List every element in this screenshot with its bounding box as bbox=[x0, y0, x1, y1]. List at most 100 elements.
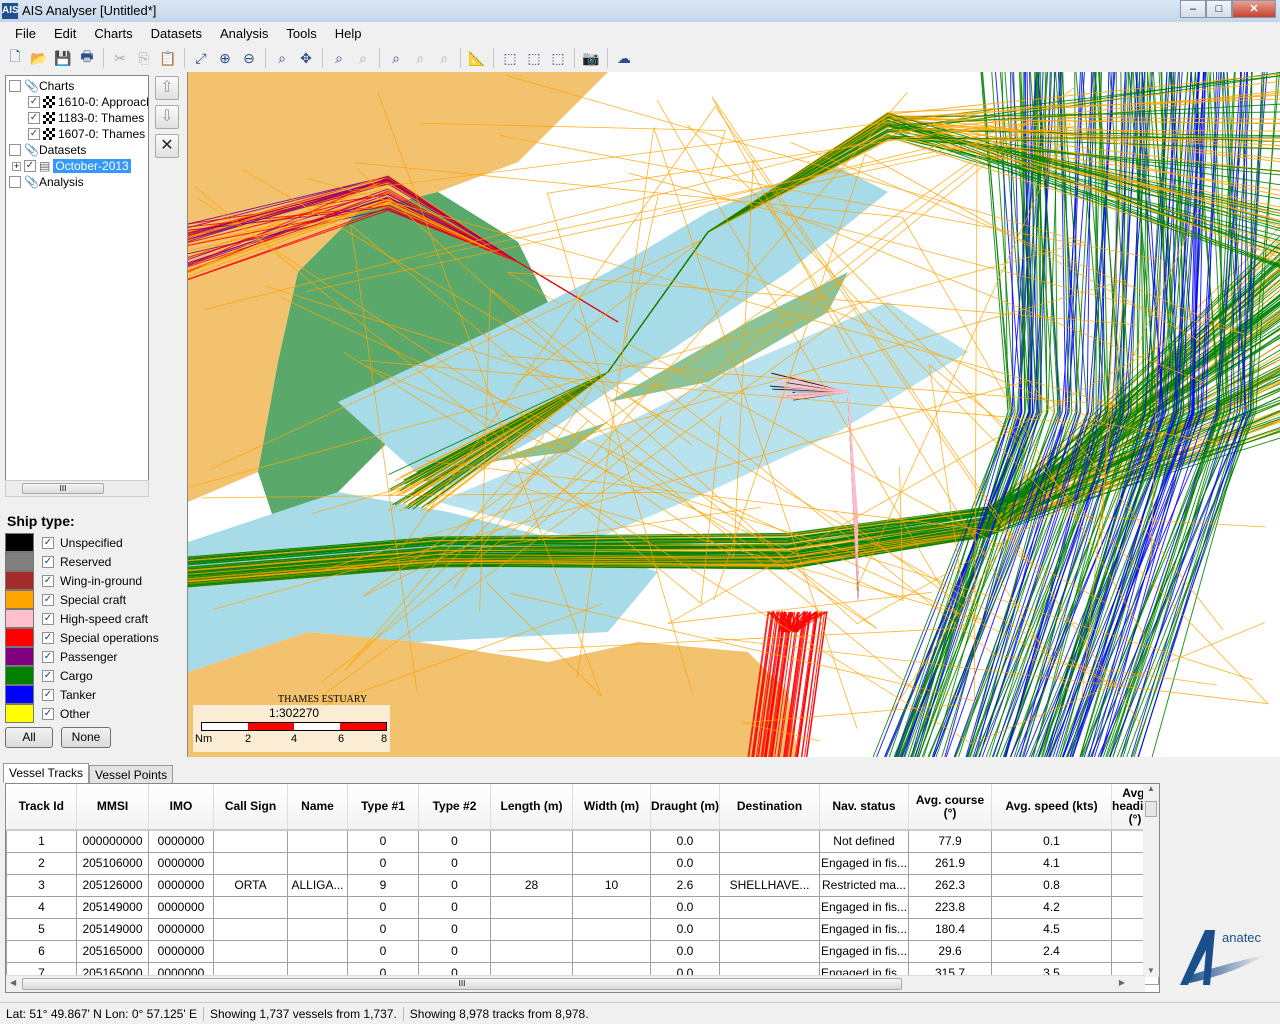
checkbox[interactable]: ✓ bbox=[42, 612, 54, 625]
ship-type-item[interactable]: ✓ High-speed craft bbox=[5, 609, 180, 628]
column-header[interactable]: Draught (m) bbox=[650, 784, 720, 831]
ship-type-item[interactable]: ✓ Special operations bbox=[5, 628, 180, 647]
menu-help[interactable]: Help bbox=[326, 22, 371, 44]
zoom-in-button[interactable]: ⊕ bbox=[214, 47, 236, 69]
zoom-extents-button[interactable]: ⤢ bbox=[190, 47, 212, 69]
table-row[interactable]: 4 205149000 0000000 0 0 0.0 Engaged in fis... 2… bbox=[6, 895, 1159, 919]
horizontal-scrollbar[interactable]: ◀ III ▶ bbox=[6, 975, 1145, 992]
checkbox[interactable]: ✓ bbox=[28, 112, 40, 124]
scroll-thumb[interactable] bbox=[1145, 801, 1157, 817]
column-header[interactable]: Name bbox=[287, 784, 348, 831]
measure-ruler-button[interactable]: 📐 bbox=[466, 47, 488, 69]
select-query-button[interactable]: ⬚ bbox=[547, 47, 569, 69]
open-folder-button[interactable]: 📂 bbox=[28, 47, 50, 69]
map-view[interactable]: 1:302270 Nm 2 4 6 8 THAMES ESTUARY bbox=[187, 72, 1280, 757]
table-row[interactable]: 2 205106000 0000000 0 0 0.0 Engaged in fis... 2… bbox=[6, 851, 1159, 875]
move-up-button[interactable]: ⇧ bbox=[155, 76, 179, 100]
table-row[interactable]: 5 205149000 0000000 0 0 0.0 Engaged in fis... 1… bbox=[6, 917, 1159, 941]
menu-edit[interactable]: Edit bbox=[45, 22, 85, 44]
zoom-next-button[interactable]: ⌕ bbox=[352, 47, 374, 69]
tree-node-analysis[interactable]: 📎 Analysis bbox=[9, 174, 84, 190]
select-all-button[interactable]: All bbox=[5, 727, 53, 748]
table-row[interactable]: 3 205126000 0000000 ORTA ALLIGA... 9 0 28 10 2.6 S… bbox=[6, 873, 1159, 897]
column-header[interactable]: MMSI bbox=[76, 784, 149, 831]
column-header[interactable]: Avg. speed (kts) bbox=[991, 784, 1112, 831]
ship-type-item[interactable]: ✓ Passenger bbox=[5, 647, 180, 666]
column-header[interactable]: Type #1 bbox=[347, 784, 419, 831]
minimize-button[interactable]: – bbox=[1180, 0, 1206, 18]
table-row[interactable]: 6 205165000 0000000 0 0 0.0 Engaged in fis... 2… bbox=[6, 939, 1159, 963]
remove-button[interactable]: ✕ bbox=[155, 134, 179, 158]
tree-node-chart[interactable]: ✓ 1610-0: Approach bbox=[28, 94, 148, 110]
move-down-button[interactable]: ⇩ bbox=[155, 105, 179, 129]
zoom-out-button[interactable]: ⊖ bbox=[238, 47, 260, 69]
zoom-previous-button[interactable]: ⌕ bbox=[328, 47, 350, 69]
checkbox[interactable]: ✓ bbox=[28, 96, 40, 108]
save-button[interactable]: 💾 bbox=[52, 47, 74, 69]
menu-file[interactable]: File bbox=[6, 22, 45, 44]
find-next-button[interactable]: ⌕ bbox=[409, 47, 431, 69]
tree-node-chart[interactable]: ✓ 1607-0: Thames E bbox=[28, 126, 148, 142]
column-header[interactable]: Destination bbox=[719, 784, 820, 831]
menu-charts[interactable]: Charts bbox=[85, 22, 141, 44]
tree-node-chart[interactable]: ✓ 1183-0: Thames E bbox=[28, 110, 148, 126]
tree-node-charts[interactable]: 📎 Charts bbox=[9, 78, 74, 94]
ship-type-item[interactable]: ✓ Other bbox=[5, 704, 180, 723]
ship-type-item[interactable]: ✓ Tanker bbox=[5, 685, 180, 704]
checkbox[interactable]: ✓ bbox=[24, 160, 36, 172]
find-clear-button[interactable]: ⌕ bbox=[433, 47, 455, 69]
menu-datasets[interactable]: Datasets bbox=[142, 22, 211, 44]
checkbox[interactable]: ✓ bbox=[42, 650, 54, 663]
print-button[interactable]: 🖶 bbox=[76, 47, 98, 69]
scroll-thumb[interactable]: III bbox=[22, 483, 104, 494]
table-row[interactable]: 1 000000000 0000000 0 0 0.0 Not defined 77.9 0.1 bbox=[6, 829, 1159, 853]
cut-button[interactable]: ✂ bbox=[109, 47, 131, 69]
checkbox[interactable]: ✓ bbox=[42, 593, 54, 606]
find-button[interactable]: ⌕ bbox=[385, 47, 407, 69]
menu-analysis[interactable]: Analysis bbox=[211, 22, 277, 44]
column-header[interactable]: Type #2 bbox=[418, 784, 491, 831]
column-header[interactable]: Nav. status bbox=[819, 784, 909, 831]
column-header[interactable]: Call Sign bbox=[213, 784, 288, 831]
checkbox[interactable]: ✓ bbox=[28, 128, 40, 140]
maximize-button[interactable]: □ bbox=[1206, 0, 1232, 18]
ship-type-item[interactable]: ✓ Wing-in-ground bbox=[5, 571, 180, 590]
scroll-thumb[interactable]: III bbox=[22, 978, 902, 990]
ship-type-item[interactable]: ✓ Unspecified bbox=[5, 533, 180, 552]
tree-node-dataset[interactable]: + ✓ ▤ October-2013 bbox=[12, 158, 131, 174]
ship-type-item[interactable]: ✓ Cargo bbox=[5, 666, 180, 685]
new-file-button[interactable]: 🗋 bbox=[4, 47, 26, 69]
zoom-window-button[interactable]: ⌕ bbox=[271, 47, 293, 69]
checkbox[interactable]: ✓ bbox=[42, 688, 54, 701]
chart-map[interactable] bbox=[188, 72, 1280, 757]
pan-button[interactable]: ✥ bbox=[295, 47, 317, 69]
close-button[interactable]: ✕ bbox=[1232, 0, 1276, 18]
checkbox[interactable] bbox=[9, 176, 21, 188]
paste-button[interactable]: 📋 bbox=[157, 47, 179, 69]
checkbox[interactable]: ✓ bbox=[42, 555, 54, 568]
checkbox[interactable] bbox=[9, 144, 21, 156]
ship-type-item[interactable]: ✓ Special craft bbox=[5, 590, 180, 609]
tree-node-datasets[interactable]: 📎 Datasets bbox=[9, 142, 86, 158]
column-header[interactable]: IMO bbox=[148, 784, 214, 831]
copy-button[interactable]: ⎘ bbox=[133, 47, 155, 69]
layer-export-button[interactable]: ☁ bbox=[613, 47, 635, 69]
select-none-button[interactable]: None bbox=[61, 727, 111, 748]
checkbox[interactable]: ✓ bbox=[42, 631, 54, 644]
checkbox[interactable]: ✓ bbox=[42, 707, 54, 720]
camera-button[interactable]: 📷 bbox=[580, 47, 602, 69]
menu-tools[interactable]: Tools bbox=[277, 22, 325, 44]
column-header[interactable]: Length (m) bbox=[490, 784, 573, 831]
tab-vessel-tracks[interactable]: Vessel Tracks bbox=[3, 763, 90, 783]
checkbox[interactable]: ✓ bbox=[42, 536, 54, 549]
ship-type-item[interactable]: ✓ Reserved bbox=[5, 552, 180, 571]
expand-icon[interactable]: + bbox=[12, 161, 21, 171]
tab-vessel-points[interactable]: Vessel Points bbox=[89, 765, 174, 783]
tree-horizontal-scrollbar[interactable]: III bbox=[5, 480, 149, 497]
select-button[interactable]: ⬚ bbox=[499, 47, 521, 69]
column-header[interactable]: Width (m) bbox=[572, 784, 651, 831]
checkbox[interactable]: ✓ bbox=[42, 574, 54, 587]
checkbox[interactable]: ✓ bbox=[42, 669, 54, 682]
column-header[interactable]: Avg. course (°) bbox=[908, 784, 992, 831]
select-area-button[interactable]: ⬚ bbox=[523, 47, 545, 69]
